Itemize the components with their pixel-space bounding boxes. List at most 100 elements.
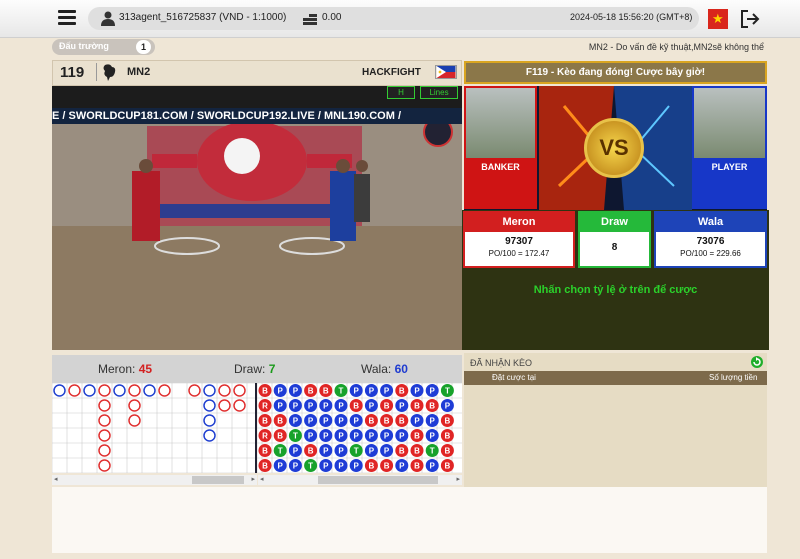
bead-road-mark: P <box>288 444 302 457</box>
bead-road-mark: P <box>304 399 318 412</box>
svg-text:T: T <box>430 447 435 456</box>
svg-text:P: P <box>354 387 360 396</box>
svg-text:B: B <box>308 447 314 456</box>
meron-stat-label: Meron: <box>98 362 136 376</box>
roadmap-grid: BRBRBBPPBBTPPPPTPPBPPPBTBPPPPPTPPPPPPBPP… <box>52 383 462 473</box>
bead-road-mark: B <box>395 384 409 397</box>
svg-text:P: P <box>323 432 329 441</box>
big-road-mark <box>113 384 126 397</box>
bead-road-mark: B <box>258 459 272 472</box>
h-button[interactable]: H <box>387 86 415 99</box>
svg-text:P: P <box>384 432 390 441</box>
meron-payout: PO/100 = 172.47 <box>488 249 550 258</box>
svg-text:P: P <box>338 432 344 441</box>
svg-text:P: P <box>354 462 360 471</box>
user-icon <box>101 11 115 26</box>
wala-stat-value: 60 <box>394 362 408 376</box>
bead-road-mark: P <box>425 414 439 427</box>
big-road-mark <box>83 384 96 397</box>
left-road-scrollbar[interactable]: ◂ ▸ <box>52 475 257 485</box>
svg-text:P: P <box>338 462 344 471</box>
refresh-icon[interactable] <box>751 356 763 368</box>
bead-road-mark: R <box>258 429 272 442</box>
lines-button[interactable]: Lines <box>420 86 458 99</box>
big-road-mark <box>98 414 111 427</box>
bead-road-mark: P <box>364 399 378 412</box>
bead-road-mark: T <box>334 384 348 397</box>
bead-road-mark: P <box>380 429 394 442</box>
bead-road-mark: T <box>440 384 454 397</box>
betting-status-banner: F119 - Kèo đang đóng! Cược bây giờ! <box>464 61 767 84</box>
svg-text:B: B <box>414 447 420 456</box>
bead-road-mark: P <box>349 459 363 472</box>
draw-odds-value: 8 <box>611 242 618 253</box>
svg-text:T: T <box>293 432 298 441</box>
balance: 0.00 <box>322 12 342 23</box>
hamburger-icon[interactable] <box>58 10 76 26</box>
svg-text:B: B <box>384 402 390 411</box>
svg-text:P: P <box>338 417 344 426</box>
philippines-flag-icon <box>435 65 457 79</box>
svg-text:P: P <box>354 417 360 426</box>
svg-text:P: P <box>338 402 344 411</box>
meron-stat-value: 45 <box>138 362 153 376</box>
bead-road-mark: P <box>273 399 287 412</box>
svg-text:P: P <box>399 432 405 441</box>
svg-text:P: P <box>369 447 375 456</box>
svg-text:B: B <box>369 417 375 426</box>
svg-text:P: P <box>278 462 284 471</box>
svg-text:T: T <box>354 447 359 456</box>
svg-text:B: B <box>445 447 451 456</box>
bead-road-mark: P <box>440 399 454 412</box>
right-road-scrollbar[interactable]: ◂ ▸ <box>258 475 462 485</box>
draw-odds-button[interactable]: Draw 8 <box>578 211 651 268</box>
bead-road-mark: P <box>410 414 424 427</box>
coins-icon <box>303 14 317 25</box>
bet-panel-title: ĐÃ NHẬN KÈO <box>470 358 533 368</box>
bead-road-mark: B <box>380 399 394 412</box>
bead-road-mark: R <box>258 399 272 412</box>
banker-label: BANKER <box>481 162 520 172</box>
big-road-mark <box>98 459 111 472</box>
bead-road-mark: B <box>304 444 318 457</box>
meron-odds-button[interactable]: Meron 97307 PO/100 = 172.47 <box>463 211 575 268</box>
big-road-mark <box>98 444 111 457</box>
bead-road-mark: B <box>319 384 333 397</box>
bead-road-mark: P <box>304 414 318 427</box>
svg-text:P: P <box>445 402 451 411</box>
wala-odds-value: 73076 <box>696 236 725 247</box>
bead-road-mark: P <box>319 429 333 442</box>
svg-text:R: R <box>262 402 268 411</box>
svg-text:P: P <box>430 462 436 471</box>
bead-road-mark: T <box>273 444 287 457</box>
bead-road-mark: B <box>395 444 409 457</box>
bead-road-mark: B <box>258 414 272 427</box>
bead-road-mark: B <box>258 384 272 397</box>
live-video[interactable] <box>52 86 462 350</box>
bead-road-mark: P <box>334 429 348 442</box>
bead-road-mark: P <box>334 444 348 457</box>
svg-text:P: P <box>430 417 436 426</box>
bet-column-amount: Số lượng tiền <box>709 373 758 382</box>
bead-road-mark: B <box>440 414 454 427</box>
datetime: 2024-05-18 15:56:20 (GMT+8) <box>570 12 693 22</box>
svg-text:B: B <box>445 462 451 471</box>
bead-road-mark: B <box>304 384 318 397</box>
username: 313agent_516725837 (VND - 1:1000) <box>119 12 287 23</box>
bead-road-mark: P <box>288 399 302 412</box>
svg-text:P: P <box>293 447 299 456</box>
big-road-mark <box>98 399 111 412</box>
draw-stat-value: 7 <box>268 362 276 376</box>
wala-odds-button[interactable]: Wala 73076 PO/100 = 229.66 <box>654 211 767 268</box>
big-road-mark <box>53 384 66 397</box>
svg-text:T: T <box>308 462 313 471</box>
logout-icon[interactable] <box>740 9 760 29</box>
svg-text:B: B <box>414 462 420 471</box>
svg-text:P: P <box>430 387 436 396</box>
svg-text:B: B <box>262 462 268 471</box>
bead-road-mark: P <box>380 384 394 397</box>
bead-road-mark: P <box>425 459 439 472</box>
bead-road-mark: P <box>334 459 348 472</box>
svg-text:P: P <box>399 462 405 471</box>
vietnam-flag-icon[interactable]: ★ <box>708 9 728 29</box>
